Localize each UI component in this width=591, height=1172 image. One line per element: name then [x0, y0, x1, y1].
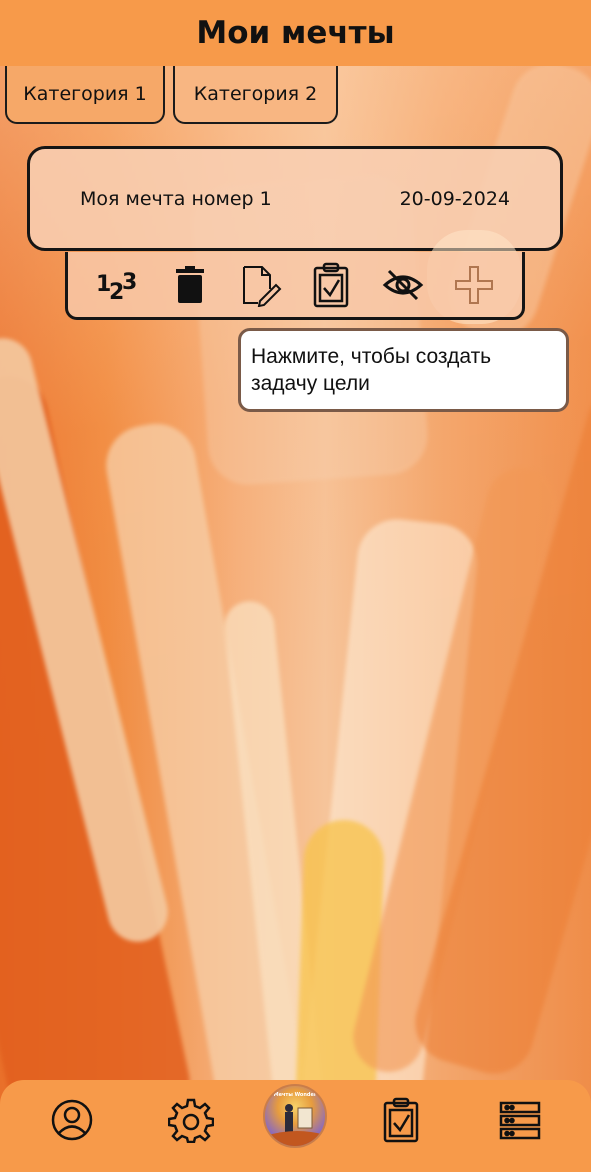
page-title: Мои мечты — [196, 15, 395, 51]
dream-title: Моя мечта номер 1 — [80, 187, 272, 210]
list-icon[interactable] — [494, 1092, 546, 1148]
app-header: Мои мечты — [0, 0, 591, 66]
svg-text:3: 3 — [122, 270, 137, 295]
tab-category-1[interactable]: Категория 1 — [5, 66, 165, 124]
edit-document-icon[interactable] — [238, 262, 282, 308]
dream-toolbar: 1 2 3 — [65, 252, 525, 320]
tab-category-2[interactable]: Категория 2 — [173, 66, 338, 124]
tasks-icon[interactable] — [375, 1092, 427, 1148]
plus-icon[interactable] — [452, 262, 496, 308]
create-task-tooltip: Нажмите, чтобы создать задачу цели — [238, 328, 569, 412]
trash-icon[interactable] — [168, 262, 212, 308]
settings-icon[interactable] — [165, 1092, 217, 1148]
numbering-icon[interactable]: 1 2 3 — [94, 262, 138, 308]
clipboard-check-icon[interactable] — [309, 262, 353, 308]
dream-date: 20-09-2024 — [399, 187, 510, 210]
app-logo[interactable]: Мечты Wonder — [263, 1084, 327, 1148]
profile-icon[interactable] — [46, 1092, 98, 1148]
eye-off-icon[interactable] — [381, 262, 425, 308]
